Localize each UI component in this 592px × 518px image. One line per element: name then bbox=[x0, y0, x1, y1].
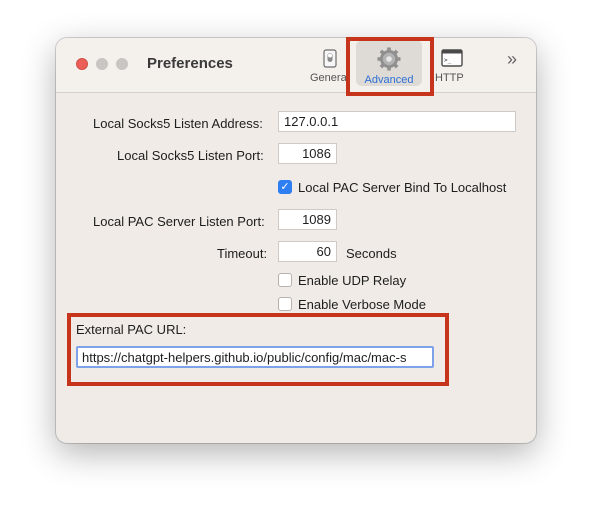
pac-bind-checkbox[interactable]: ✓ bbox=[278, 180, 292, 194]
minimize-button[interactable] bbox=[96, 58, 108, 70]
socks5-address-input[interactable]: 127.0.0.1 bbox=[278, 111, 516, 132]
socks5-port-input[interactable]: 1086 bbox=[278, 143, 337, 164]
terminal-icon: >_ bbox=[441, 49, 463, 67]
timeout-label: Timeout: bbox=[217, 246, 268, 261]
pac-port-label: Local PAC Server Listen Port: bbox=[93, 214, 265, 229]
timeout-input[interactable]: 60 bbox=[278, 241, 337, 262]
toggle-switch-icon bbox=[323, 49, 337, 68]
timeout-unit-label: Seconds bbox=[346, 246, 397, 261]
udp-relay-label: Enable UDP Relay bbox=[298, 273, 407, 288]
udp-relay-checkbox[interactable] bbox=[278, 273, 292, 287]
advanced-tab-highlight bbox=[346, 37, 434, 96]
chevron-double-right-icon[interactable]: » bbox=[507, 49, 517, 70]
tab-general-label: General bbox=[310, 72, 350, 84]
title-bar: Preferences General Advanced >_ HTTP » bbox=[56, 38, 536, 93]
pac-bind-label: Local PAC Server Bind To Localhost bbox=[298, 180, 507, 195]
socks5-port-label: Local Socks5 Listen Port: bbox=[117, 148, 264, 163]
external-pac-highlight bbox=[67, 313, 449, 386]
verbose-mode-checkbox[interactable] bbox=[278, 297, 292, 311]
pac-port-input[interactable]: 1089 bbox=[278, 209, 337, 230]
window-title: Preferences bbox=[147, 55, 233, 72]
verbose-mode-label: Enable Verbose Mode bbox=[298, 297, 426, 312]
zoom-button[interactable] bbox=[116, 58, 128, 70]
socks5-address-label: Local Socks5 Listen Address: bbox=[93, 116, 263, 131]
close-button[interactable] bbox=[76, 58, 88, 70]
svg-text:>_: >_ bbox=[444, 57, 452, 64]
tab-http[interactable]: >_ HTTP bbox=[432, 38, 472, 92]
tab-http-label: HTTP bbox=[435, 72, 464, 84]
